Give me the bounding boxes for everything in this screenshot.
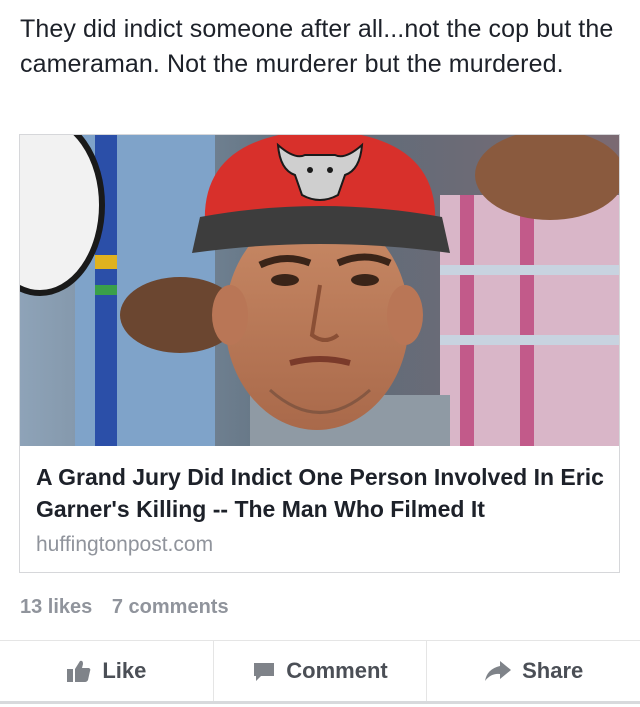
- comment-button[interactable]: Comment: [214, 641, 428, 701]
- share-label: Share: [522, 658, 584, 683]
- post-stats: 13 likes 7 comments: [20, 594, 243, 620]
- speech-bubble-icon: [252, 659, 276, 683]
- comments-count[interactable]: 7 comments: [112, 596, 229, 618]
- like-label: Like: [102, 658, 147, 683]
- link-preview-image[interactable]: [20, 135, 619, 446]
- feed-post: They did indict someone after all...not …: [0, 0, 640, 707]
- likes-count[interactable]: 13 likes: [20, 596, 92, 618]
- action-bar: Like Comment Share: [0, 640, 640, 704]
- link-title[interactable]: A Grand Jury Did Indict One Person Invol…: [36, 461, 608, 525]
- like-button[interactable]: Like: [0, 641, 214, 701]
- post-text: They did indict someone after all...not …: [20, 15, 614, 78]
- comment-label: Comment: [286, 658, 388, 683]
- photo-illustration: [20, 135, 619, 446]
- share-arrow-icon: [484, 660, 512, 682]
- link-domain: huffingtonpost.com: [36, 533, 214, 556]
- share-button[interactable]: Share: [427, 641, 640, 701]
- thumbs-up-icon: [66, 659, 92, 683]
- link-preview-card[interactable]: A Grand Jury Did Indict One Person Invol…: [19, 134, 620, 573]
